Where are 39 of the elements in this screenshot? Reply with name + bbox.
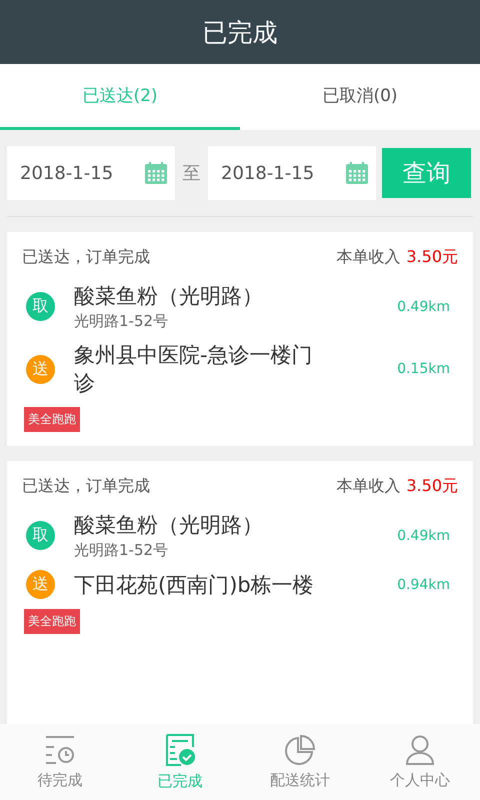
list-clock-icon xyxy=(45,734,75,764)
place-address: 光明路1-52号 xyxy=(74,541,170,560)
nav-item[interactable]: 个人中心 xyxy=(360,724,480,800)
place-name: 象州县中医院-急诊一楼门诊 xyxy=(74,342,314,397)
platform-tag: 美全跑跑 xyxy=(24,609,80,634)
distance-label: 0.94km xyxy=(397,576,450,592)
header-title: 已完成 xyxy=(202,16,278,48)
distance-label: 0.49km xyxy=(397,528,450,544)
query-button[interactable]: 查询 xyxy=(382,148,471,198)
income-label: 本单收入 xyxy=(336,246,400,268)
delivery-badge: 送 xyxy=(26,570,55,599)
pie-chart-icon xyxy=(285,734,315,764)
order-card[interactable]: 已送达，订单完成 本单收入 3.50元 取 酸菜鱼粉（光明路） 光明路1-52号 0.49km 送 下田花苑(西南门)b栋一楼 0.94km 美全跑跑 xyxy=(7,461,473,724)
income-label: 本单收入 xyxy=(336,476,400,496)
place-name: 酸菜鱼粉（光明路） xyxy=(74,512,264,539)
nav-item[interactable]: 已完成 xyxy=(120,724,240,800)
place-name: 酸菜鱼粉（光明路） xyxy=(74,283,264,310)
nav-item[interactable]: 配送统计 xyxy=(240,724,360,800)
order-status: 已送达，订单完成 xyxy=(22,246,150,268)
place-address: 光明路1-52号 xyxy=(74,312,170,331)
person-icon xyxy=(405,734,435,764)
end-date-field[interactable]: 2018-1-15 xyxy=(208,146,376,200)
delivery-badge: 送 xyxy=(26,354,55,384)
calendar-icon[interactable] xyxy=(144,161,168,185)
calendar-icon[interactable] xyxy=(345,161,369,185)
start-date-field[interactable]: 2018-1-15 xyxy=(7,146,175,200)
income-amount: 3.50元 xyxy=(406,476,458,496)
income-amount: 3.50元 xyxy=(406,246,458,268)
nav-item[interactable]: 待完成 xyxy=(0,724,120,800)
pickup-badge: 取 xyxy=(26,292,55,321)
order-card[interactable]: 已送达，订单完成 本单收入 3.50元 取 酸菜鱼粉（光明路） 光明路1-52号 0.49km 送 象州县中医院-急诊一楼门诊 0.15km 美全跑跑 xyxy=(7,232,473,446)
distance-label: 0.15km xyxy=(397,361,450,377)
list-check-icon xyxy=(165,734,195,766)
platform-tag: 美全跑跑 xyxy=(24,407,80,432)
pickup-badge: 取 xyxy=(26,521,55,550)
distance-label: 0.49km xyxy=(397,298,450,314)
order-status: 已送达，订单完成 xyxy=(22,476,150,496)
place-name: 下田花苑(西南门)b栋一楼 xyxy=(74,572,315,598)
separator-label: 至 xyxy=(182,162,202,185)
